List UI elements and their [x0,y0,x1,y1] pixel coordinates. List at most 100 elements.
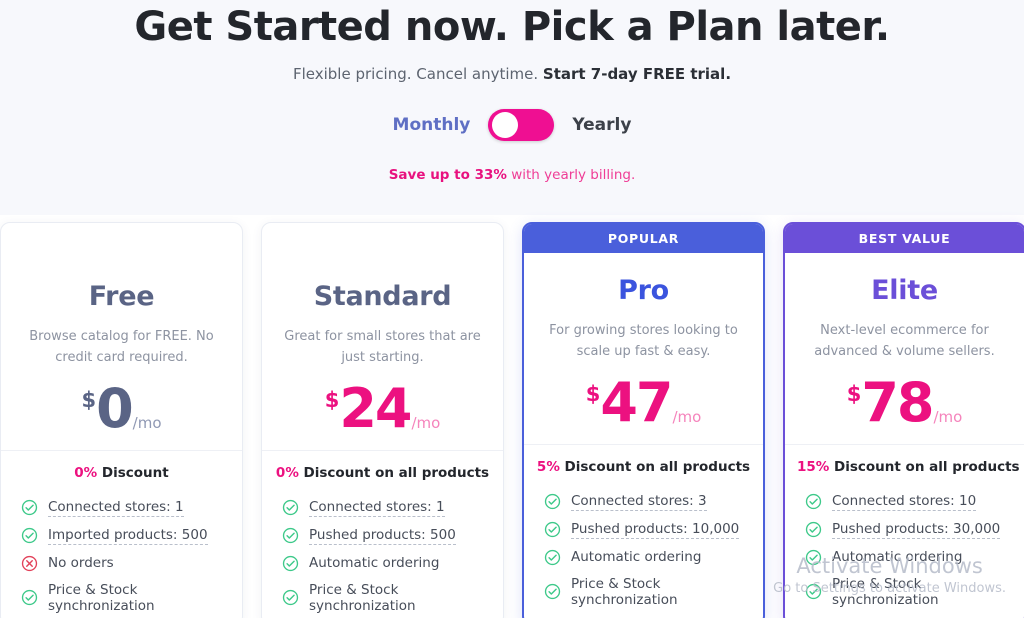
plan-price: $47/mo [540,371,747,434]
card-body: 0% Discount on all products Connected sto… [262,451,503,618]
feature-label[interactable]: Imported products: 500 [48,527,208,545]
feature-row: Automatic ordering [536,544,751,571]
card-header: Standard Great for small stores that are … [262,223,503,451]
billing-toggle-label-monthly[interactable]: Monthly [393,115,471,135]
price-amount: 0 [96,377,134,440]
check-circle-icon [282,528,299,544]
discount-line: 5% Discount on all products [536,459,751,475]
price-period: /mo [132,413,162,432]
hero-subtitle-normal: Flexible pricing. Cancel anytime. [292,65,543,83]
hero-subtitle: Flexible pricing. Cancel anytime. Start … [0,64,1024,85]
check-circle-icon [21,528,38,544]
feature-row: Price & Stock synchronization [274,577,491,618]
feature-row: No orders [13,550,230,577]
pricing-card-pro[interactable]: POPULAR Pro For growing stores looking to … [522,222,765,618]
discount-percent: 0% [74,464,98,481]
price-currency: $ [585,382,601,406]
feature-row: Pushed products: 10,000 [536,516,751,544]
check-circle-icon [805,522,822,538]
plan-name: Standard [313,281,452,312]
plan-name: Elite [871,275,938,306]
feature-label: Automatic ordering [832,549,963,566]
cross-circle-icon [21,555,38,571]
feature-label: No orders [48,555,114,572]
check-circle-icon [282,500,299,516]
check-circle-icon [282,555,299,571]
feature-label: Price & Stock synchronization [832,575,939,608]
feature-label[interactable]: Connected stores: 3 [571,493,707,511]
feature-row: Pushed products: 30,000 [797,516,1012,544]
discount-line: 0% Discount on all products [274,465,491,481]
feature-row: Connected stores: 3 [536,488,751,516]
price-period: /mo [672,407,702,426]
billing-period-toggle[interactable] [488,109,555,141]
discount-line: 15% Discount on all products [797,458,1020,475]
discount-text: Discount on all products [559,458,751,475]
feature-label[interactable]: Pushed products: 500 [309,527,456,545]
feature-row: Pushed products: 500 [274,522,491,550]
hero-section: Get Started now. Pick a Plan later. Flex… [0,0,1024,215]
plan-price: $0/mo [17,377,226,440]
price-currency: $ [846,382,862,406]
feature-row: Price & Stock synchronization [536,571,751,613]
feature-row: Price & Stock synchronization [797,571,1012,613]
discount-percent: 15% [797,458,830,475]
feature-label[interactable]: Pushed products: 10,000 [571,521,740,539]
pricing-card-standard[interactable]: Standard Great for small stores that are … [261,222,504,618]
feature-row: Automatic ordering [797,544,1012,571]
price-currency: $ [324,388,340,412]
toggle-knob [492,112,519,138]
discount-text: Discount on all products [829,458,1020,475]
price-amount: 47 [600,371,673,434]
price-amount: 24 [339,377,412,440]
billing-toggle-row: Monthly Yearly [0,109,1024,141]
plan-description: For growing stores looking to scale up f… [549,323,738,360]
price-currency: $ [81,388,97,412]
pricing-cards: Free Browse catalog for FREE. No credit c… [0,222,1024,618]
card-header: Pro For growing stores looking to scale u… [524,253,763,445]
savings-note-strong: Save up to 33% [388,167,507,183]
feature-label[interactable]: Connected stores: 1 [309,499,445,517]
page-title: Get Started now. Pick a Plan later. [134,4,890,50]
check-circle-icon [544,494,561,510]
check-circle-icon [805,549,822,565]
discount-text: Discount on all products [298,464,490,481]
feature-label: Price & Stock synchronization [309,581,416,614]
discount-text: Discount [97,464,169,481]
plan-price: $78/mo [801,371,1008,434]
feature-label: Price & Stock synchronization [571,575,678,608]
feature-row: Price & Stock synchronization [13,577,230,618]
feature-label[interactable]: Connected stores: 10 [832,493,977,511]
card-banner: POPULAR [524,224,763,253]
plan-name: Pro [618,275,669,306]
discount-percent: 5% [536,458,560,475]
plan-name: Free [88,281,155,312]
card-header: Free Browse catalog for FREE. No credit c… [1,223,242,451]
pricing-card-free[interactable]: Free Browse catalog for FREE. No credit c… [0,222,243,618]
feature-row: Connected stores: 1 [13,494,230,522]
savings-note-rest: with yearly billing. [506,167,636,183]
check-circle-icon [805,584,822,600]
check-circle-icon [805,494,822,510]
price-period: /mo [933,407,963,426]
check-circle-icon [544,522,561,538]
feature-row: Connected stores: 1 [274,494,491,522]
plan-price: $24/mo [278,377,487,440]
hero-subtitle-strong: Start 7-day FREE trial. [542,65,732,83]
plan-description: Next-level ecommerce for advanced & volu… [814,323,995,360]
feature-label: Automatic ordering [309,555,440,572]
feature-label: Price & Stock synchronization [48,581,155,614]
card-banner: BEST VALUE [785,224,1024,253]
price-period: /mo [411,413,441,432]
billing-toggle-label-yearly[interactable]: Yearly [572,115,631,135]
check-circle-icon [282,590,299,606]
feature-label: Automatic ordering [571,549,702,566]
feature-label[interactable]: Connected stores: 1 [48,499,184,517]
feature-label[interactable]: Pushed products: 30,000 [832,521,1001,539]
card-body: 0% Discount Connected stores: 1 Imported p… [1,451,242,618]
price-amount: 78 [861,371,934,434]
discount-percent: 0% [275,464,299,481]
pricing-card-elite[interactable]: BEST VALUE Elite Next-level ecommerce for … [783,222,1024,618]
check-circle-icon [21,500,38,516]
discount-line: 0% Discount [13,465,230,481]
